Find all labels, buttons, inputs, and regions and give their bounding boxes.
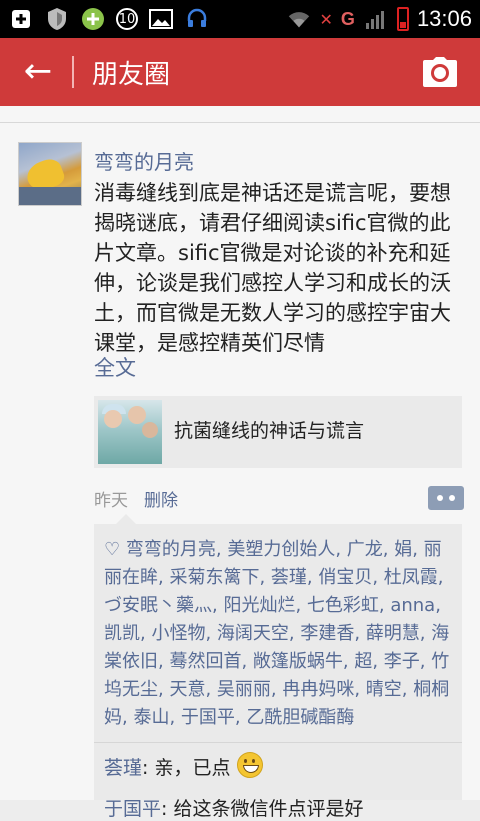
comment-item[interactable]: 荟瑾: 亲，已点 [104, 752, 263, 782]
battery-icon [396, 7, 409, 31]
plus-icon [8, 6, 34, 32]
dot-icon [449, 495, 455, 501]
arrow-left-icon: ← [23, 51, 53, 91]
thumbnail-detail [142, 422, 158, 438]
comment-text: : 给这条微信件点评是好 [161, 798, 364, 820]
page-title: 朋友圈 [92, 60, 171, 90]
full-text-link[interactable]: 全文 [94, 352, 136, 382]
article-title: 抗菌缝线的神话与谎言 [174, 420, 365, 442]
title-bar: ← 朋友圈 [0, 38, 480, 106]
liker-names[interactable]: 弯弯的月亮, 美塑力创始人, 广龙, 娟, 丽丽在眸, 采菊东篱下, 荟瑾, 俏… [104, 539, 449, 728]
notification-count-badge: 10 [116, 8, 138, 30]
moments-feed[interactable]: 弯弯的月亮 消毒缝线到底是神话还是谎言呢，要想揭晓谜底，请君仔细阅读sific官… [0, 106, 480, 820]
comment-author[interactable]: 于国平 [104, 798, 161, 820]
clock: 13:06 [416, 6, 472, 31]
post-time: 昨天 [94, 491, 128, 511]
thumbnail-detail [128, 406, 146, 424]
comment-author[interactable]: 荟瑾 [104, 757, 142, 779]
grin-emoji-icon [236, 752, 263, 778]
shield-icon [44, 6, 70, 32]
likes-list: ♡ 弯弯的月亮, 美塑力创始人, 广龙, 娟, 丽丽在眸, 采菊东篱下, 荟瑾,… [104, 536, 454, 732]
status-bar: 10 ✕ G 13:06 [0, 0, 480, 38]
add-app-icon [80, 6, 106, 32]
title-divider [72, 56, 74, 88]
network-type-label: G [340, 8, 355, 29]
signal-bars-icon [363, 6, 389, 32]
wifi-icon [286, 6, 312, 32]
thumbnail-detail [104, 410, 122, 428]
comment-item[interactable]: 于国平: 给这条微信件点评是好 [104, 794, 363, 821]
feed-divider [0, 122, 480, 123]
comment-menu-button[interactable] [428, 486, 464, 510]
image-icon [148, 6, 174, 32]
likes-comments-panel: ♡ 弯弯的月亮, 美塑力创始人, 广龙, 娟, 丽丽在眸, 采菊东篱下, 荟瑾,… [94, 514, 462, 820]
delete-button[interactable]: 删除 [144, 486, 178, 511]
back-button[interactable]: ← [20, 54, 56, 90]
avatar-background [19, 187, 81, 205]
camera-icon [423, 57, 457, 87]
camera-button[interactable] [422, 56, 458, 88]
comments-divider [94, 742, 462, 743]
headset-icon [184, 6, 210, 32]
avatar[interactable] [18, 142, 82, 206]
shared-article-card[interactable]: 抗菌缝线的神话与谎言 [94, 396, 462, 468]
post-text: 消毒缝线到底是神话还是谎言呢，要想揭晓谜底，请君仔细阅读sific官微的此片文章… [94, 181, 451, 355]
dot-icon [437, 495, 443, 501]
post-author-name[interactable]: 弯弯的月亮 [94, 146, 194, 175]
signal-icon: ✕ [319, 9, 333, 29]
article-thumbnail [98, 400, 162, 464]
comment-text: : 亲，已点 [142, 757, 231, 779]
heart-icon: ♡ [104, 539, 121, 560]
